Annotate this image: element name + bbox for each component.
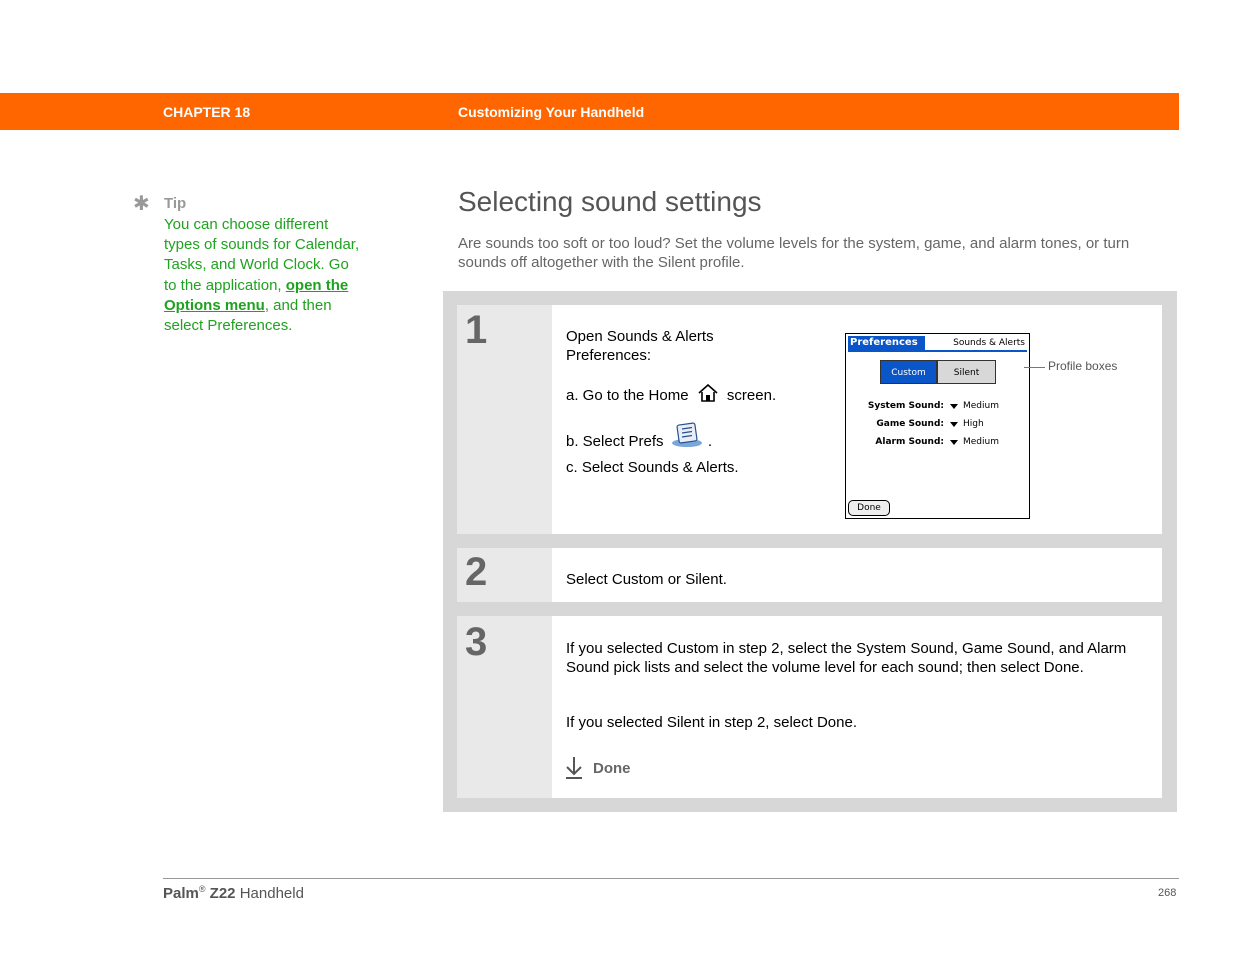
done-arrow-icon (566, 757, 582, 779)
sounds-alerts-screenshot: Preferences Sounds & Alerts Custom Silen… (845, 333, 1030, 519)
tip-text: You can choose different types of sounds… (164, 215, 364, 336)
done-label: Done (593, 760, 631, 777)
step-1-number: 1 (465, 308, 488, 352)
tip-label: Tip (164, 195, 187, 212)
game-sound-value: High (963, 419, 984, 429)
step-1-sub-b: b. Select Prefs . (566, 422, 712, 452)
footer-product: Handheld (239, 885, 304, 902)
system-sound-row[interactable]: System Sound: Medium (846, 399, 1029, 413)
palm-title-underline (848, 350, 1027, 352)
home-icon (698, 383, 718, 402)
alarm-sound-row[interactable]: Alarm Sound: Medium (846, 435, 1029, 449)
step-3-number: 3 (465, 620, 488, 664)
game-sound-dropdown-icon[interactable] (950, 422, 958, 427)
footer-model: Z22 (209, 885, 236, 902)
chapter-label: CHAPTER 18 (163, 104, 251, 120)
step-2-number: 2 (465, 550, 488, 594)
tip-asterisk-icon: ✱ (133, 193, 150, 215)
step-1-sub-a-after: screen. (726, 387, 777, 404)
alarm-sound-label: Alarm Sound: (875, 437, 944, 447)
page-title: Selecting sound settings (458, 186, 762, 217)
footer-brand-name: Palm (163, 885, 199, 902)
step-2-text: Select Custom or Silent. (566, 571, 727, 588)
footer-brand: Palm® Z22 Handheld (163, 884, 304, 902)
alarm-sound-value: Medium (963, 437, 999, 447)
game-sound-label: Game Sound: (876, 419, 944, 429)
palm-title-bar: Preferences (848, 336, 925, 350)
page-number: 268 (1158, 887, 1177, 899)
step-3-text-silent: If you selected Silent in step 2, select… (566, 714, 857, 731)
step-1-sub-b-after: . (707, 433, 713, 450)
step-1-sub-c: c. Select Sounds & Alerts. (566, 459, 739, 476)
alarm-sound-dropdown-icon[interactable] (950, 440, 958, 445)
intro-paragraph: Are sounds too soft or too loud? Set the… (458, 235, 1130, 271)
system-sound-dropdown-icon[interactable] (950, 404, 958, 409)
footer-rule (163, 878, 1179, 879)
chapter-title: Customizing Your Handheld (458, 104, 645, 120)
game-sound-row[interactable]: Game Sound: High (846, 417, 1029, 431)
profile-boxes-callout: Profile boxes (1048, 359, 1118, 373)
callout-leader-line (1024, 367, 1045, 368)
silent-profile-button[interactable]: Silent (937, 360, 996, 384)
step-1-sub-a: a. Go to the Home screen. (566, 383, 777, 406)
custom-profile-button[interactable]: Custom (880, 360, 937, 384)
system-sound-label: System Sound: (867, 401, 944, 411)
system-sound-value: Medium (963, 401, 999, 411)
palm-done-button[interactable]: Done (848, 500, 890, 516)
step-1-sub-a-text: a. Go to the Home (566, 387, 689, 404)
prefs-icon (671, 422, 702, 447)
step-3-text-custom: If you selected Custom in step 2, select… (566, 640, 1127, 676)
palm-category: Sounds & Alerts (953, 338, 1025, 348)
footer-registered-mark: ® (198, 884, 206, 894)
step-1-lead: Open Sounds & Alerts Preferences: (566, 328, 714, 364)
step-1-sub-b-text: b. Select Prefs (566, 433, 664, 450)
